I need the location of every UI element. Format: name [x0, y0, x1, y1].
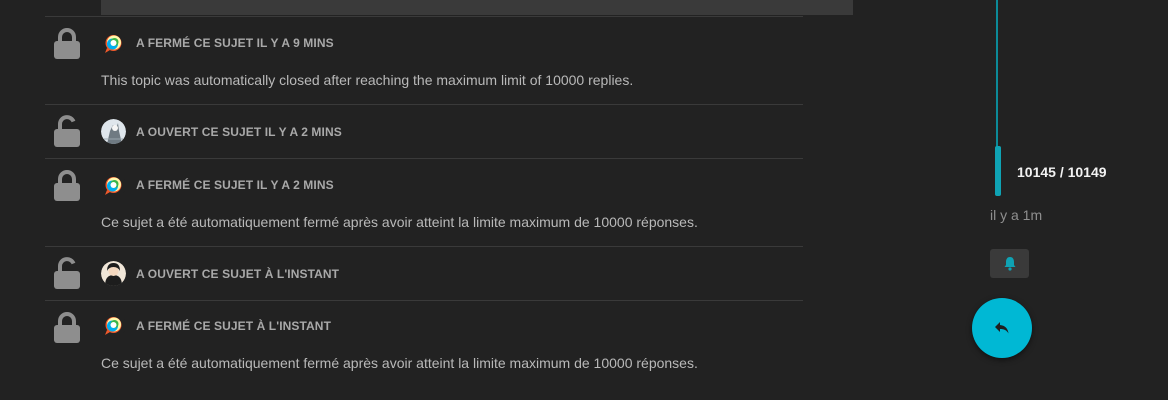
- user-avatar[interactable]: [101, 119, 126, 144]
- small-action-post-closed: A FERMÉ CE SUJET À L'INSTANT Ce sujet a …: [45, 301, 803, 400]
- chat-bubble-avatar[interactable]: [101, 31, 126, 56]
- bell-icon: [1004, 257, 1015, 271]
- reply-arrow-icon: [995, 322, 1009, 334]
- small-action-post-opened: A OUVERT CE SUJET À L'INSTANT: [45, 247, 803, 301]
- small-action-post-closed: A FERMÉ CE SUJET IL Y A 2 MINS Ce sujet …: [45, 159, 803, 247]
- event-body-text: This topic was automatically closed afte…: [101, 72, 634, 88]
- timeline-post-counter: 10145 / 10149: [1017, 164, 1107, 180]
- event-body-text: Ce sujet a été automatiquement fermé apr…: [101, 355, 698, 371]
- event-action-text: A FERMÉ CE SUJET IL Y A 2 MINS: [136, 178, 334, 192]
- lock-closed-icon: [54, 170, 80, 201]
- timeline-last-activity[interactable]: il y a 1m: [990, 207, 1042, 223]
- chat-bubble-avatar[interactable]: [101, 173, 126, 198]
- small-action-post-closed: A FERMÉ CE SUJET IL Y A 9 MINS This topi…: [45, 17, 803, 105]
- reply-button[interactable]: [972, 298, 1032, 358]
- event-action-text: A OUVERT CE SUJET À L'INSTANT: [136, 267, 340, 281]
- topic-page: A FERMÉ CE SUJET IL Y A 9 MINS This topi…: [0, 0, 1168, 400]
- lock-open-icon: [54, 257, 80, 289]
- timeline-scrollarea[interactable]: [996, 0, 998, 148]
- lock-open-icon: [54, 115, 80, 147]
- event-action-text: A FERMÉ CE SUJET IL Y A 9 MINS: [136, 36, 334, 50]
- timeline-handle[interactable]: [995, 146, 1001, 196]
- notifications-button[interactable]: [990, 249, 1029, 278]
- event-action-text: A FERMÉ CE SUJET À L'INSTANT: [136, 319, 331, 333]
- previous-post-bottom: [101, 0, 853, 15]
- user-avatar[interactable]: [101, 261, 126, 286]
- event-body-text: Ce sujet a été automatiquement fermé apr…: [101, 214, 698, 230]
- lock-closed-icon: [54, 312, 80, 343]
- lock-closed-icon: [54, 28, 80, 59]
- chat-bubble-avatar[interactable]: [101, 313, 126, 338]
- event-action-text: A OUVERT CE SUJET IL Y A 2 MINS: [136, 125, 342, 139]
- small-action-post-opened: A OUVERT CE SUJET IL Y A 2 MINS: [45, 105, 803, 159]
